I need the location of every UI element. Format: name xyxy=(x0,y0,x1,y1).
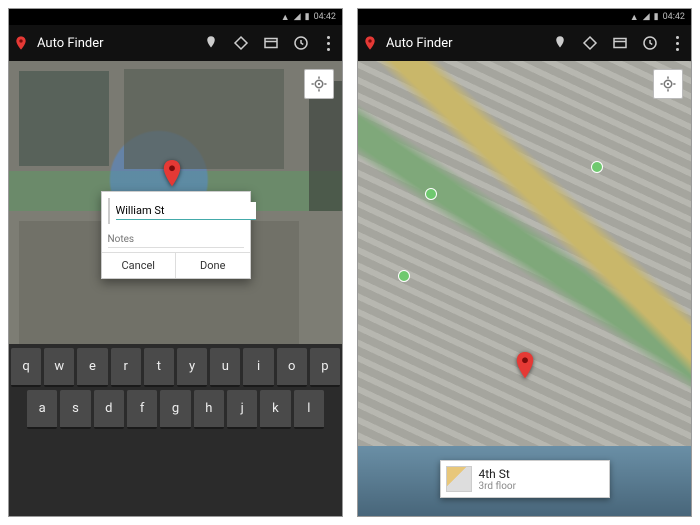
layers-icon[interactable] xyxy=(258,30,284,56)
history-icon[interactable] xyxy=(288,30,314,56)
status-bar: ▲ ◢ ▮ 04:42 xyxy=(9,9,342,25)
signal-icon: ◢ xyxy=(643,12,650,22)
location-name-input[interactable] xyxy=(116,202,256,220)
key-d[interactable]: d xyxy=(94,390,124,429)
overflow-menu-icon[interactable] xyxy=(318,36,338,51)
keyboard-row-4 xyxy=(11,473,340,512)
app-title: Auto Finder xyxy=(33,36,194,51)
key-f[interactable]: f xyxy=(127,390,157,429)
app-title: Auto Finder xyxy=(382,36,543,51)
key-q[interactable]: q xyxy=(11,348,41,387)
action-bar: Auto Finder xyxy=(358,25,691,61)
place-pin-icon[interactable] xyxy=(198,30,224,56)
layers-icon[interactable] xyxy=(607,30,633,56)
map-marker-icon[interactable] xyxy=(515,352,535,380)
key-u[interactable]: u xyxy=(210,348,240,387)
key-w[interactable]: w xyxy=(44,348,74,387)
map-city-view[interactable]: 4th St 3rd floor xyxy=(358,61,691,516)
map-marker-icon[interactable] xyxy=(162,160,182,188)
done-button[interactable]: Done xyxy=(176,253,250,278)
key-o[interactable]: o xyxy=(277,348,307,387)
map-satellite-view[interactable]: Cancel Done xyxy=(9,61,342,344)
card-title: 4th St xyxy=(479,467,517,481)
keyboard-row-3 xyxy=(11,432,340,471)
status-time: 04:42 xyxy=(314,12,336,22)
cancel-button[interactable]: Cancel xyxy=(102,253,177,278)
location-notes-input[interactable] xyxy=(108,232,244,248)
key-k[interactable]: k xyxy=(260,390,290,429)
location-thumbnail xyxy=(108,198,110,224)
key-y[interactable]: y xyxy=(177,348,207,387)
overflow-menu-icon[interactable] xyxy=(667,36,687,51)
key-j[interactable]: j xyxy=(227,390,257,429)
keyboard-row-1: qwertyuiop xyxy=(11,348,340,387)
key-i[interactable]: i xyxy=(243,348,273,387)
key-s[interactable]: s xyxy=(60,390,90,429)
key-p[interactable]: p xyxy=(310,348,340,387)
key-h[interactable]: h xyxy=(194,390,224,429)
status-bar: ▲ ◢ ▮ 04:42 xyxy=(358,9,691,25)
signal-icon: ◢ xyxy=(294,12,301,22)
wifi-icon: ▲ xyxy=(630,12,639,23)
key-l[interactable]: l xyxy=(294,390,324,429)
app-pin-icon xyxy=(13,33,29,53)
history-icon[interactable] xyxy=(637,30,663,56)
battery-icon: ▮ xyxy=(305,12,310,22)
battery-icon: ▮ xyxy=(654,12,659,22)
save-location-dialog: Cancel Done xyxy=(101,191,251,279)
phone-right-screenshot: ▲ ◢ ▮ 04:42 Auto Finder 4th St 3rd floor xyxy=(357,8,692,517)
place-pin-icon[interactable] xyxy=(547,30,573,56)
phone-left-screenshot: ▲ ◢ ▮ 04:42 Auto Finder Cancel xyxy=(8,8,343,517)
key-g[interactable]: g xyxy=(160,390,190,429)
soft-keyboard: qwertyuiop asdfghjkl xyxy=(9,344,342,516)
my-location-button[interactable] xyxy=(653,69,683,99)
action-bar: Auto Finder xyxy=(9,25,342,61)
app-pin-icon xyxy=(362,33,378,53)
diamond-icon[interactable] xyxy=(228,30,254,56)
poi-marker-icon[interactable] xyxy=(425,188,437,200)
keyboard-row-2: asdfghjkl xyxy=(11,390,340,429)
key-e[interactable]: e xyxy=(77,348,107,387)
key-r[interactable]: r xyxy=(111,348,141,387)
location-info-card[interactable]: 4th St 3rd floor xyxy=(440,460,610,498)
my-location-button[interactable] xyxy=(304,69,334,99)
key-a[interactable]: a xyxy=(27,390,57,429)
key-t[interactable]: t xyxy=(144,348,174,387)
card-subtitle: 3rd floor xyxy=(479,481,517,492)
status-time: 04:42 xyxy=(663,12,685,22)
diamond-icon[interactable] xyxy=(577,30,603,56)
location-thumbnail xyxy=(446,466,472,492)
wifi-icon: ▲ xyxy=(281,12,290,23)
